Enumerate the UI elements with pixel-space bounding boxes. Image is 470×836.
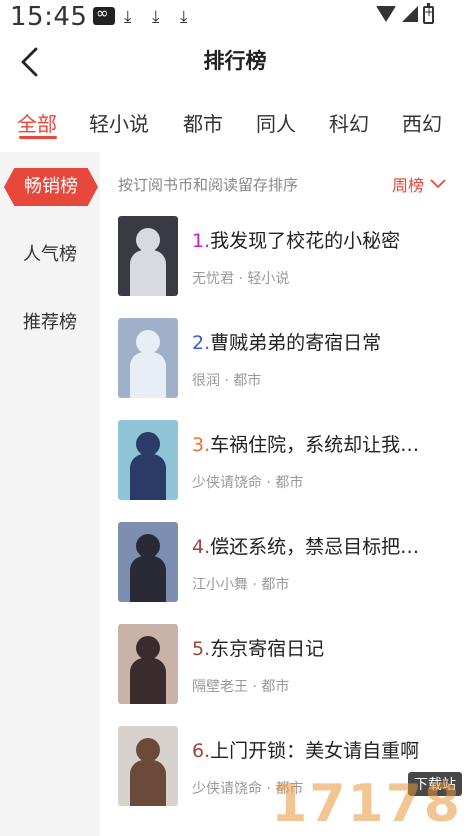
cover-figure bbox=[136, 432, 160, 456]
book-author: 江小小舞 bbox=[192, 577, 248, 593]
book-title-text: 东京寄宿日记 bbox=[210, 638, 325, 660]
period-dropdown[interactable]: 周榜 bbox=[392, 172, 446, 196]
book-title-text: 上门开锁：美女请自重啊 bbox=[210, 740, 420, 762]
ranking-list: 按订阅书币和阅读留存排序 周榜 1.我发现了校花的小秘密无忧君 · 轻小说 2.曹… bbox=[100, 152, 470, 836]
book-meta: 很润 · 都市 bbox=[192, 370, 261, 390]
download-done-icon: ⤓ bbox=[124, 7, 132, 27]
chevron-down-icon bbox=[430, 179, 446, 189]
system-icons bbox=[376, 6, 418, 22]
book-title-text: 我发现了校花的小秘密 bbox=[210, 230, 401, 252]
meta-separator: · bbox=[220, 373, 234, 389]
book-list-item[interactable]: 5.东京寄宿日记隔壁老王 · 都市 bbox=[118, 624, 458, 708]
book-author: 无忧君 bbox=[192, 271, 234, 287]
book-title-text: 车祸住院，系统却让我… bbox=[210, 434, 420, 456]
wifi-icon bbox=[376, 6, 396, 22]
book-rank: 4. bbox=[192, 536, 211, 558]
cover-figure bbox=[130, 760, 166, 806]
header: 排行榜 bbox=[0, 36, 470, 88]
page-title: 排行榜 bbox=[203, 49, 267, 73]
book-rank: 5. bbox=[192, 638, 211, 660]
book-meta: 隔壁老王 · 都市 bbox=[192, 676, 289, 696]
book-cover bbox=[118, 522, 178, 602]
cover-figure bbox=[130, 454, 166, 500]
book-title: 4.偿还系统，禁忌目标把… bbox=[192, 532, 444, 559]
download-done-icon: ⤓ bbox=[152, 7, 160, 27]
ranking-sidebar: 畅销榜 人气榜 推荐榜 bbox=[0, 152, 100, 836]
sort-hint: 按订阅书币和阅读留存排序 bbox=[118, 176, 299, 194]
book-rank: 1. bbox=[192, 230, 211, 252]
tab-all[interactable]: 全部 bbox=[17, 108, 57, 137]
cover-figure bbox=[136, 330, 160, 354]
book-cover bbox=[118, 624, 178, 704]
meta-separator: · bbox=[248, 577, 262, 593]
app-notification-icon bbox=[93, 4, 115, 25]
cover-figure bbox=[130, 658, 166, 704]
book-genre: 都市 bbox=[233, 373, 262, 389]
status-bar: 15:45 ⤓ ⤓ ⤓ bbox=[0, 0, 470, 36]
download-done-icon: ⤓ bbox=[180, 7, 188, 27]
cover-figure bbox=[130, 352, 166, 398]
sidebar-item-popular[interactable]: 人气榜 bbox=[0, 240, 100, 266]
book-rank: 3. bbox=[192, 434, 211, 456]
battery-icon bbox=[423, 3, 434, 24]
book-genre: 轻小说 bbox=[247, 271, 290, 287]
book-list-item[interactable]: 4.偿还系统，禁忌目标把… 江小小舞 · 都市 bbox=[118, 522, 458, 606]
book-meta: 江小小舞 · 都市 bbox=[192, 574, 289, 594]
cover-figure bbox=[130, 250, 166, 296]
book-genre: 都市 bbox=[275, 475, 304, 491]
watermark: 下载站 17178 bbox=[246, 770, 466, 836]
cover-figure bbox=[136, 738, 160, 762]
sidebar-item-bestseller[interactable]: 畅销榜 bbox=[4, 168, 98, 206]
book-author: 很润 bbox=[192, 373, 220, 389]
book-meta: 少侠请饶命 · 都市 bbox=[192, 472, 303, 492]
tab-light-novel[interactable]: 轻小说 bbox=[89, 108, 149, 137]
tab-western-fantasy[interactable]: 西幻 bbox=[402, 108, 442, 137]
meta-separator: · bbox=[234, 271, 248, 287]
book-title: 3.车祸住院，系统却让我… bbox=[192, 430, 444, 457]
book-list-item[interactable]: 1.我发现了校花的小秘密无忧君 · 轻小说 bbox=[118, 216, 458, 300]
book-list-item[interactable]: 3.车祸住院，系统却让我… 少侠请饶命 · 都市 bbox=[118, 420, 458, 504]
book-cover bbox=[118, 420, 178, 500]
signal-icon bbox=[402, 6, 418, 22]
cover-figure bbox=[130, 556, 166, 602]
book-title: 6.上门开锁：美女请自重啊 bbox=[192, 736, 444, 763]
book-rank: 2. bbox=[192, 332, 211, 354]
tab-fan-fiction[interactable]: 同人 bbox=[256, 108, 296, 137]
status-time: 15:45 bbox=[10, 2, 88, 32]
cover-figure bbox=[136, 228, 160, 252]
period-label: 周榜 bbox=[391, 176, 424, 195]
meta-separator: · bbox=[248, 679, 262, 695]
book-title-text: 曹贼弟弟的寄宿日常 bbox=[210, 332, 382, 354]
book-title-text: 偿还系统，禁忌目标把… bbox=[210, 536, 420, 558]
book-title: 5.东京寄宿日记 bbox=[192, 634, 444, 661]
cover-figure bbox=[136, 636, 160, 660]
sidebar-item-recommended[interactable]: 推荐榜 bbox=[0, 308, 100, 334]
book-cover bbox=[118, 726, 178, 806]
book-cover bbox=[118, 318, 178, 398]
book-list-item[interactable]: 2.曹贼弟弟的寄宿日常很润 · 都市 bbox=[118, 318, 458, 402]
tab-urban[interactable]: 都市 bbox=[183, 108, 223, 137]
book-genre: 都市 bbox=[261, 679, 290, 695]
book-cover bbox=[118, 216, 178, 296]
book-genre: 都市 bbox=[261, 577, 290, 593]
active-tab-indicator bbox=[19, 136, 57, 139]
meta-separator: · bbox=[262, 475, 276, 491]
book-title: 1.我发现了校花的小秘密 bbox=[192, 226, 444, 253]
book-rank: 6. bbox=[192, 740, 211, 762]
book-title: 2.曹贼弟弟的寄宿日常 bbox=[192, 328, 444, 355]
book-meta: 无忧君 · 轻小说 bbox=[192, 268, 289, 288]
tab-sci-fi[interactable]: 科幻 bbox=[329, 108, 369, 137]
book-author: 隔壁老王 bbox=[192, 679, 248, 695]
cover-figure bbox=[136, 534, 160, 558]
book-author: 少侠请饶命 bbox=[192, 475, 262, 491]
category-tabs: 全部 轻小说 都市 同人 科幻 西幻 bbox=[0, 100, 470, 150]
watermark-logo: 17178 bbox=[271, 774, 462, 834]
